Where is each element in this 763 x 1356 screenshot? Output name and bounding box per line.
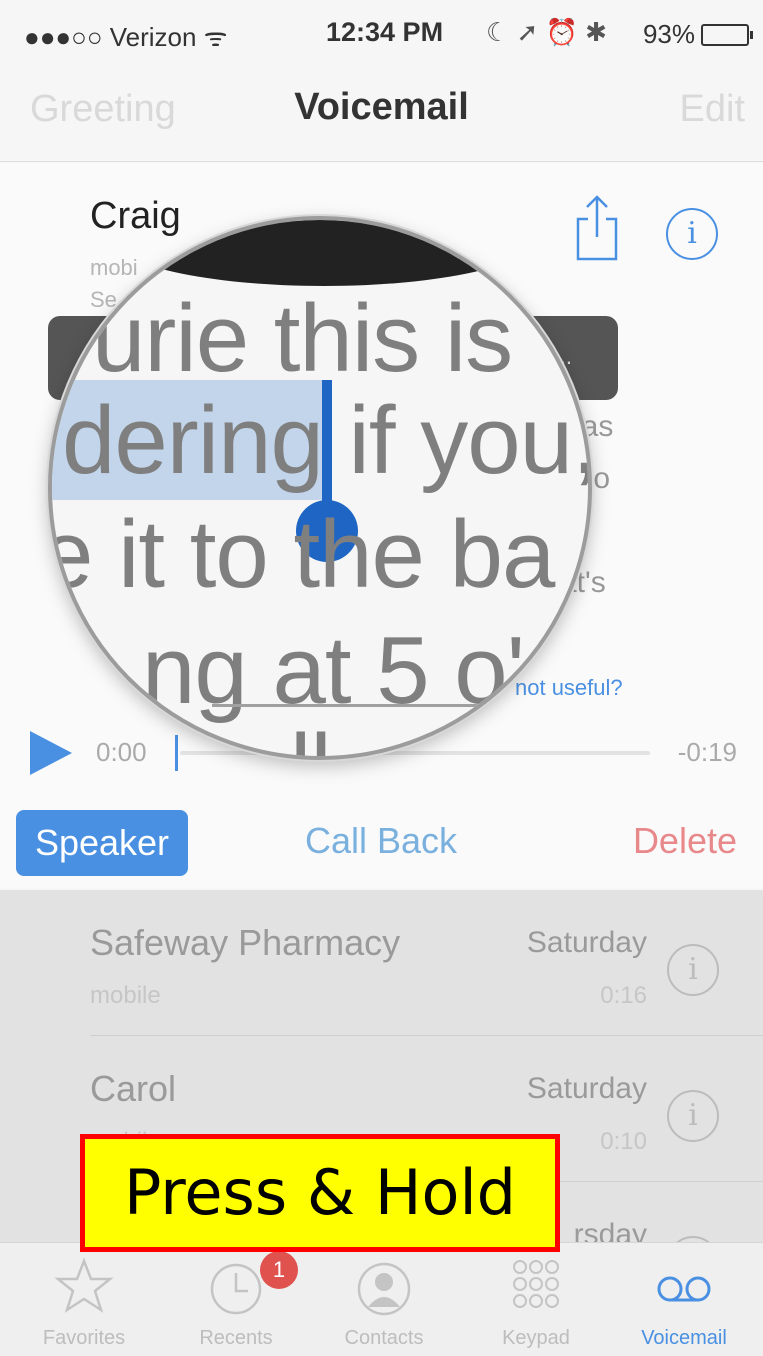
list-item-date: rsday (573, 1218, 647, 1242)
tab-label: Keypad (502, 1327, 570, 1349)
battery-icon (701, 23, 753, 46)
unselected-text: if you, (322, 387, 592, 494)
tab-label: Favorites (42, 1327, 126, 1349)
magnified-line: ll (290, 714, 332, 756)
remaining-time: -0:19 (677, 737, 737, 767)
person-icon (357, 1262, 411, 1316)
list-item-name: Safeway Pharmacy (90, 922, 401, 963)
voicemail-icon (657, 1276, 711, 1302)
page-title: Voicemail (294, 86, 469, 128)
list-item-duration: 0:10 (600, 1128, 647, 1155)
magnified-line: e it to the ba (48, 501, 555, 608)
battery-indicator: 93% (642, 19, 753, 50)
magnified-line: ng at 5 o'c (142, 617, 572, 724)
clock: 12:34 PM (326, 17, 444, 47)
status-icons: ☾ ➚ ⏰ ✱ (486, 17, 607, 47)
info-icon[interactable]: i (667, 1090, 719, 1142)
list-item-type: mobile (90, 982, 161, 1009)
keypad-icon (513, 1260, 559, 1308)
edit-button[interactable]: Edit (680, 88, 745, 131)
caller-type: mobi (90, 255, 138, 280)
play-icon[interactable] (30, 731, 72, 775)
magnified-line: urie this is (92, 285, 513, 392)
press-and-hold-callout: Press & Hold (80, 1134, 560, 1252)
list-item[interactable]: Safeway Pharmacy mobile Saturday 0:16 i (0, 890, 763, 1032)
tab-bar: Favorites 1 Recents Contacts Keypad Voic… (0, 1242, 763, 1356)
tab-contacts[interactable]: Contacts (308, 1243, 460, 1356)
share-icon[interactable] (572, 193, 622, 263)
list-item-name: Carol (90, 1068, 177, 1109)
elapsed-time: 0:00 (96, 737, 147, 767)
voicemail-actions: Speaker Call Back Delete (0, 808, 763, 878)
carrier-label: ●●●○○ Verizon ᯤ (24, 22, 228, 52)
status-bar: ●●●○○ Verizon ᯤ 12:34 PM ☾ ➚ ⏰ ✱ 93% (0, 0, 763, 62)
star-icon (54, 1257, 114, 1313)
tab-label: Recents (199, 1327, 273, 1349)
speaker-button[interactable]: Speaker (16, 810, 188, 876)
tab-favorites[interactable]: Favorites (8, 1243, 160, 1356)
call-back-button[interactable]: Call Back (305, 820, 457, 862)
magnified-underline (212, 704, 532, 707)
list-item-duration: 0:16 (600, 982, 647, 1009)
tab-label: Voicemail (641, 1327, 727, 1349)
info-icon[interactable]: i (666, 208, 718, 260)
scrubber-handle[interactable] (175, 735, 178, 771)
tab-label: Contacts (344, 1327, 424, 1349)
nav-bar: Greeting Voicemail Edit (0, 62, 763, 162)
info-icon[interactable]: i (667, 944, 719, 996)
battery-percent: 93% (642, 19, 695, 49)
list-item-date: Saturday (526, 1072, 647, 1105)
tab-recents[interactable]: 1 Recents (160, 1243, 312, 1356)
magnified-menu-edge (112, 220, 536, 286)
delete-button[interactable]: Delete (633, 820, 737, 862)
progress-track[interactable] (180, 751, 650, 755)
tab-keypad[interactable]: Keypad (460, 1243, 612, 1356)
tab-voicemail[interactable]: Voicemail (608, 1243, 760, 1356)
clock-icon (210, 1263, 262, 1315)
badge-count: 1 (260, 1251, 298, 1289)
magnifier-loupe: urie this is dering if you, e it to the … (48, 216, 592, 760)
list-item-date: Saturday (526, 926, 647, 959)
selected-text: dering (62, 387, 324, 494)
